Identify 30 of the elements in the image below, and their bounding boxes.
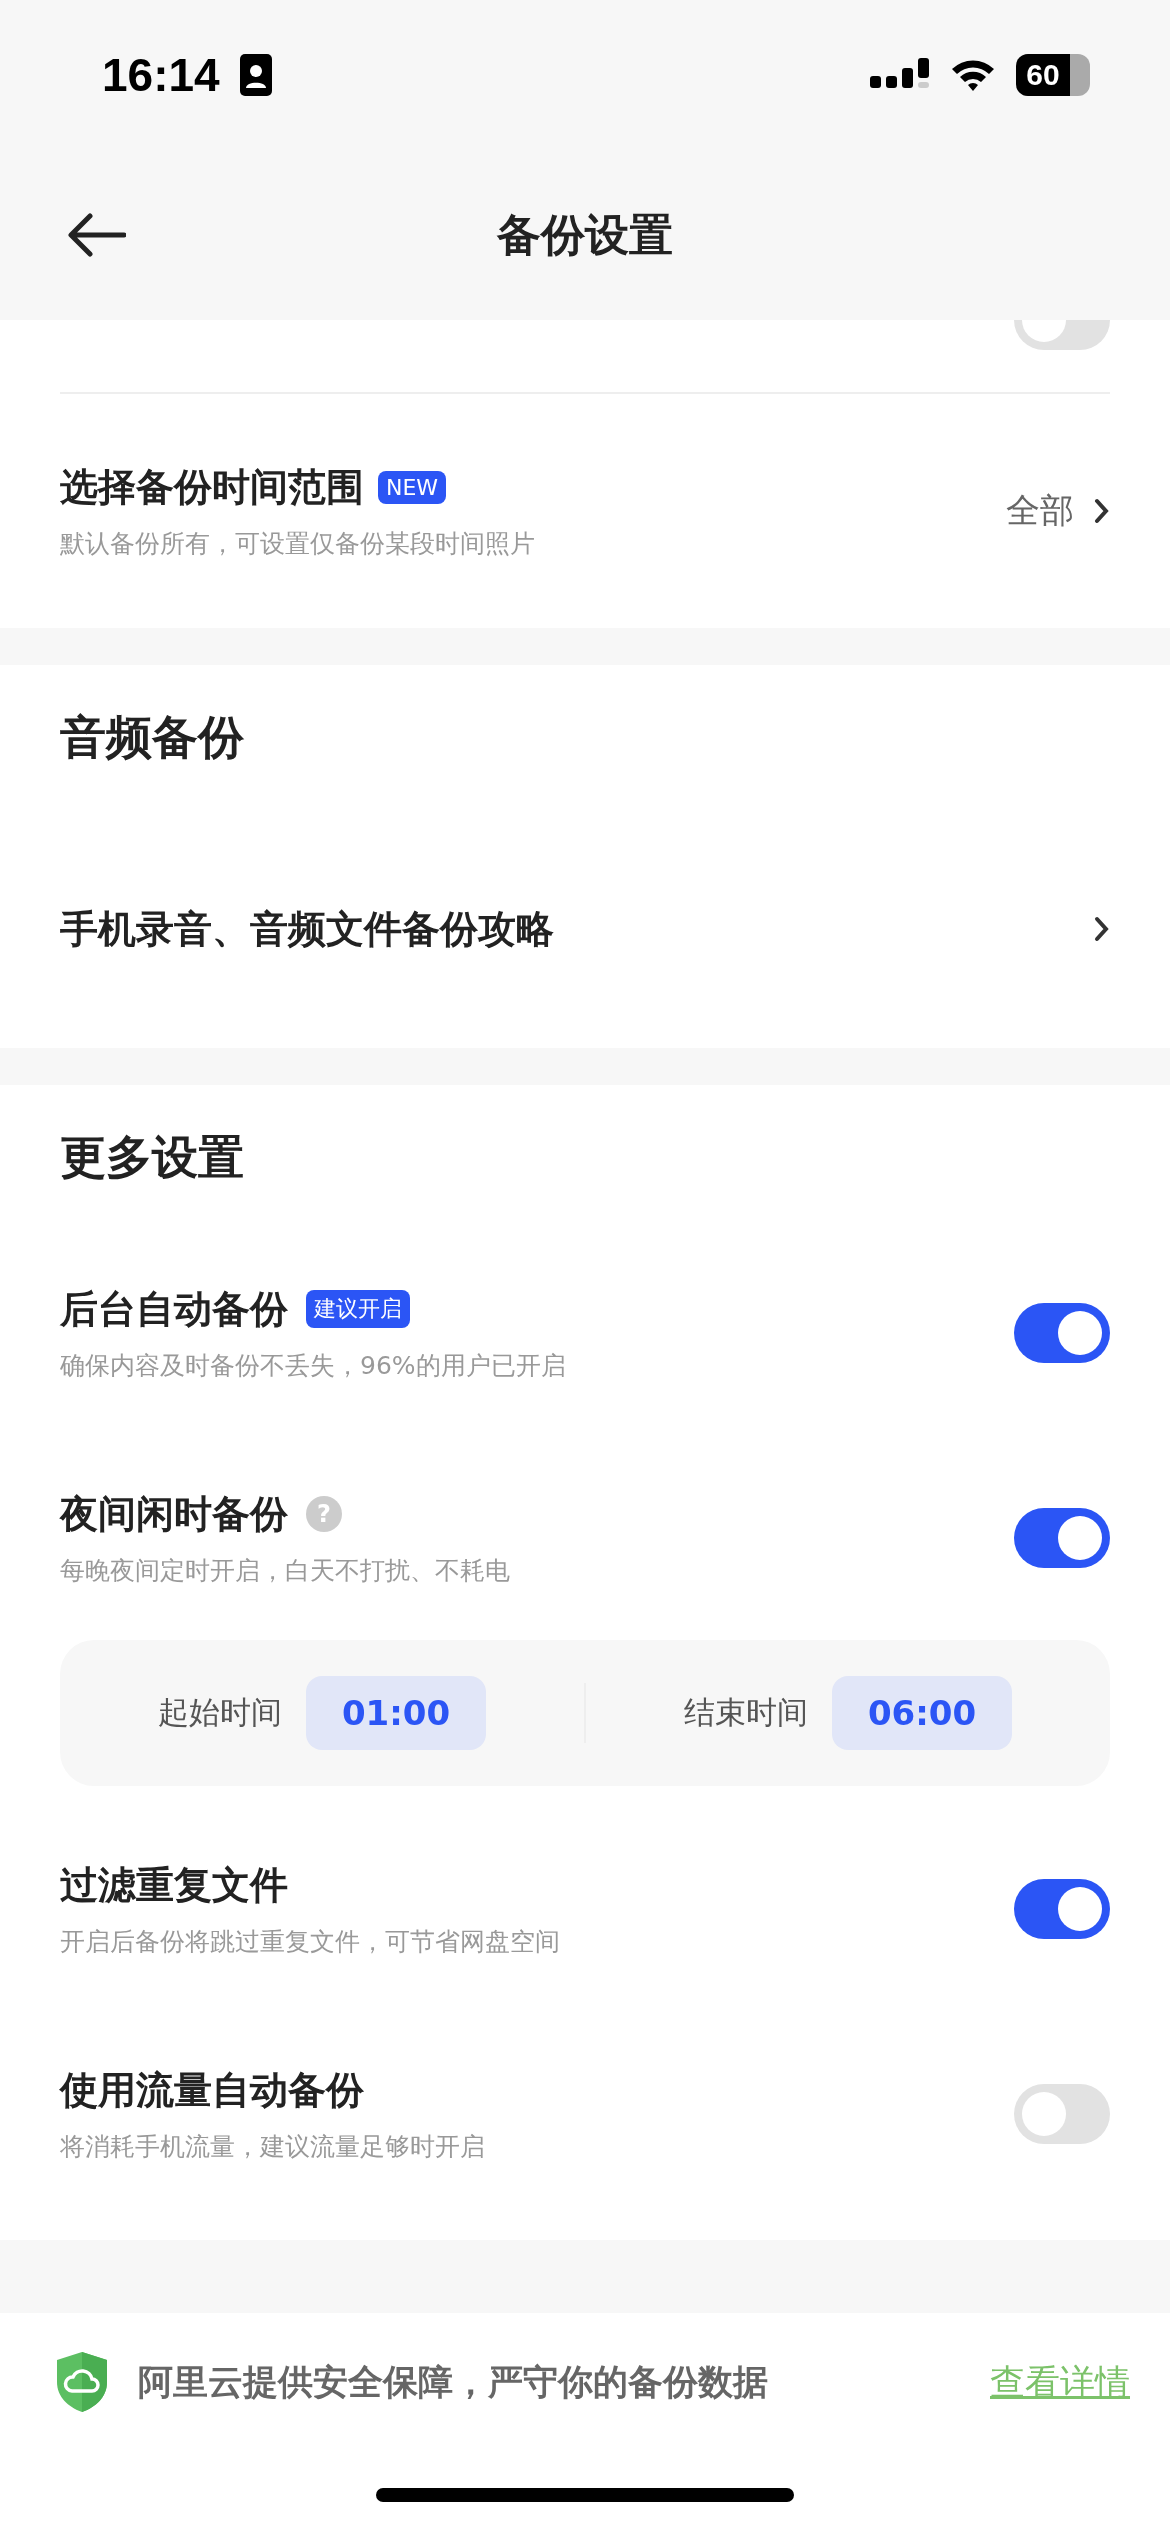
back-arrow-icon [68,213,126,257]
section-title: 更多设置 [60,1128,245,1186]
item-title: 夜间闲时备份 [60,1490,288,1538]
page-title: 备份设置 [497,207,673,262]
item-subtitle: 默认备份所有，可设置仅备份某段时间照片 [60,528,535,560]
shield-cloud-icon [56,2351,108,2413]
item-title: 选择备份时间范围 [60,464,364,511]
security-notice: 阿里云提供安全保障，严守你的备份数据 [138,2360,769,2404]
item-subtitle: 确保内容及时备份不丢失，96%的用户已开启 [60,1349,566,1382]
end-time-label: 结束时间 [684,1693,808,1732]
item-subtitle: 开启后备份将跳过重复文件，可节省网盘空间 [60,1925,560,1958]
item-title: 过滤重复文件 [60,1861,288,1909]
contact-card-icon [239,54,272,96]
new-badge: NEW [378,471,447,504]
item-title: 使用流量自动备份 [60,2066,364,2114]
recommend-badge: 建议开启 [306,1290,410,1328]
range-value: 全部 [1006,489,1074,532]
audio-guide-link[interactable]: 手机录音、音频文件备份攻略 [60,903,554,955]
item-title: 后台自动备份 [60,1285,288,1333]
item-subtitle: 将消耗手机流量，建议流量足够时开启 [60,2130,485,2163]
start-time-button[interactable]: 01:00 [306,1676,486,1750]
section-title: 音频备份 [60,708,245,766]
end-time-button[interactable]: 06:00 [832,1676,1012,1750]
item-subtitle: 每晚夜间定时开启，白天不打扰、不耗电 [60,1554,510,1587]
chevron-right-icon [1094,916,1110,942]
clock-time: 16:14 [102,48,220,102]
chevron-right-icon [1094,498,1110,524]
wifi-icon [950,57,996,93]
battery-level: 60 [1016,54,1070,96]
start-time-label: 起始时间 [158,1693,282,1732]
